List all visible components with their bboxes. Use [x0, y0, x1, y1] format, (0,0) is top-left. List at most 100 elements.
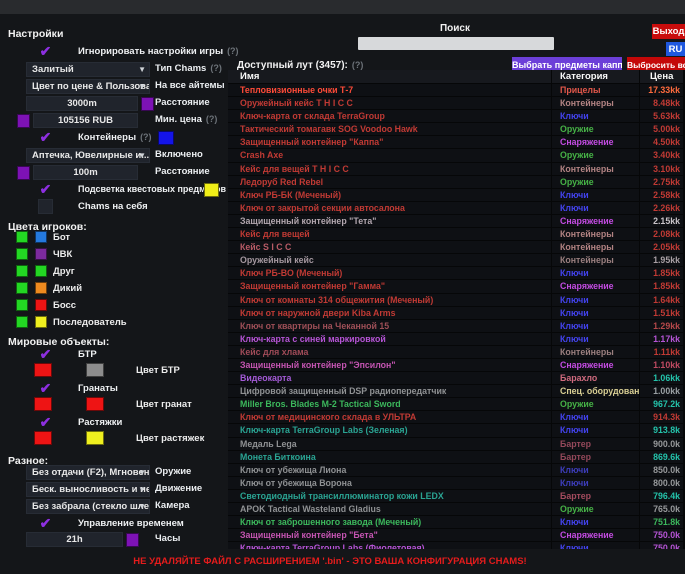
table-row[interactable]: Ключ-карта с синей маркировкойКлючи1.17k…: [228, 333, 685, 345]
column-header-name[interactable]: Имя: [228, 70, 552, 83]
table-row[interactable]: Ключ от закрытой секции автосалонаКлючи2…: [228, 202, 685, 214]
checkbox-check-icon[interactable]: ✔: [38, 130, 53, 145]
color-swatch[interactable]: [86, 363, 104, 377]
color-swatch[interactable]: [35, 231, 47, 243]
color-swatch[interactable]: [86, 397, 104, 411]
dropdown-camera[interactable]: Без забрала (стекло шлема)▼: [26, 499, 150, 514]
table-row[interactable]: Медаль LegaБартер900.0k: [228, 438, 685, 450]
table-row[interactable]: Ледоруб Red RebelОружие2.75kk: [228, 176, 685, 188]
item-price: 5.00kk: [640, 123, 684, 135]
color-swatch[interactable]: [86, 431, 104, 445]
item-category: Контейнеры: [552, 163, 640, 175]
chams-self-checkbox[interactable]: Chams на себя: [8, 199, 224, 215]
table-row[interactable]: Кейс для вещейКонтейнеры2.08kk: [228, 228, 685, 240]
item-price: 1.29kk: [640, 320, 684, 332]
color-swatch[interactable]: [16, 265, 28, 277]
checkbox-check-icon[interactable]: ✔: [38, 415, 53, 430]
dropdown-containers-filter[interactable]: Аптечка, Ювелирные и...▼: [26, 148, 150, 163]
table-row[interactable]: Ключ от комнаты 314 общежития (Меченый)К…: [228, 294, 685, 306]
time-control-checkbox[interactable]: ✔ Управление временем: [8, 516, 224, 532]
containers-distance-color-swatch[interactable]: [17, 166, 30, 180]
quest-highlight-checkbox[interactable]: ✔ Подсветка квестовых предметов: [8, 182, 224, 198]
min-price-input[interactable]: 105156 RUB: [33, 113, 138, 128]
language-button[interactable]: RU: [666, 42, 685, 56]
table-row[interactable]: Ключ РБ-БК (Меченый)Ключи2.58kk: [228, 189, 685, 201]
dropdown-chams-type[interactable]: Залитый▼: [26, 62, 150, 77]
table-row[interactable]: Оружейный кейс T H I C CКонтейнеры8.48kk: [228, 97, 685, 109]
column-header-price[interactable]: Цена: [640, 70, 684, 83]
table-row[interactable]: APOK Tactical Wasteland GladiusОружие765…: [228, 503, 685, 515]
color-swatch[interactable]: [35, 316, 47, 328]
min-price-color-swatch[interactable]: [17, 114, 30, 128]
table-row[interactable]: Монета БиткоинаБартер869.6k: [228, 451, 685, 463]
table-row[interactable]: Ключ-карта от склада TerraGroupКлючи5.63…: [228, 110, 685, 122]
table-row[interactable]: Светодиодный трансиллюминатор кожи LEDXБ…: [228, 490, 685, 502]
color-swatch[interactable]: [34, 431, 52, 445]
table-row[interactable]: Ключ-карта TerraGroup Labs (Зеленая)Ключ…: [228, 424, 685, 436]
table-row[interactable]: Защищенный контейнер "Каппа"Снаряжение4.…: [228, 136, 685, 148]
tripwires-checkbox[interactable]: ✔ Растяжки: [8, 415, 224, 431]
color-swatch[interactable]: [34, 397, 52, 411]
color-swatch[interactable]: [16, 282, 28, 294]
containers-checkbox[interactable]: ✔ Контейнеры(?): [8, 130, 224, 146]
dropdown-all-items[interactable]: Цвет по цене & Пользователь▼: [26, 79, 150, 94]
table-row[interactable]: Crash AxeОружие3.40kk: [228, 149, 685, 161]
item-name: Видеокарта: [228, 372, 552, 384]
quest-highlight-color-swatch[interactable]: [204, 183, 219, 197]
color-swatch[interactable]: [16, 299, 28, 311]
table-row[interactable]: Miller Bros. Blades M-2 Tactical SwordОр…: [228, 398, 685, 410]
table-row[interactable]: Ключ-карта TerraGroup Labs (Фиолетовая)К…: [228, 542, 685, 549]
checkbox-check-icon[interactable]: ✔: [38, 347, 53, 362]
btr-checkbox[interactable]: ✔ БТР: [8, 347, 224, 363]
distance-color-swatch[interactable]: [141, 97, 154, 111]
table-row[interactable]: Кейс для хламаКонтейнеры1.11kk: [228, 346, 685, 358]
table-row[interactable]: Ключ от медицинского склада в УЛЬТРАКлюч…: [228, 411, 685, 423]
checkbox-check-icon[interactable]: ✔: [38, 381, 53, 396]
table-row[interactable]: Защищенный контейнер "Эпсилон"Снаряжение…: [228, 359, 685, 371]
table-row[interactable]: Кейс для вещей T H I C CКонтейнеры3.10kk: [228, 163, 685, 175]
table-row[interactable]: Ключ РБ-ВО (Меченый)Ключи1.85kk: [228, 267, 685, 279]
checkbox-check-icon[interactable]: ✔: [38, 182, 53, 197]
table-row[interactable]: Защищенный контейнер "Бета"Снаряжение750…: [228, 529, 685, 541]
table-row[interactable]: Оружейный кейсКонтейнеры1.95kk: [228, 254, 685, 266]
item-name: Ключ от убежища Ворона: [228, 477, 552, 489]
color-swatch[interactable]: [35, 265, 47, 277]
color-swatch[interactable]: [16, 231, 28, 243]
color-swatch[interactable]: [16, 248, 28, 260]
all-items-dropdown: Цвет по цене & Пользователь▼ На все айте…: [8, 79, 224, 95]
table-row[interactable]: Ключ от убежища ВоронаКлючи800.0k: [228, 477, 685, 489]
color-swatch[interactable]: [35, 299, 47, 311]
table-row[interactable]: Ключ от наружной двери Kiba ArmsКлючи1.5…: [228, 307, 685, 319]
table-row[interactable]: Ключ от квартиры на Чеканной 15Ключи1.29…: [228, 320, 685, 332]
color-swatch[interactable]: [35, 248, 47, 260]
hours-input[interactable]: 21h: [26, 532, 123, 547]
checkbox-check-icon[interactable]: ✔: [38, 44, 53, 59]
checkbox-empty[interactable]: [38, 199, 53, 214]
color-swatch[interactable]: [35, 282, 47, 294]
table-row[interactable]: Цифровой защищенный DSP радиопередатчикС…: [228, 385, 685, 397]
column-header-category[interactable]: Категория: [552, 70, 640, 83]
exit-button[interactable]: Выход: [652, 24, 685, 39]
hours-color-swatch[interactable]: [126, 533, 139, 547]
table-row[interactable]: Защищенный контейнер "Тета"Снаряжение2.1…: [228, 215, 685, 227]
search-input[interactable]: [358, 37, 554, 50]
table-row[interactable]: Кейс S I C CКонтейнеры2.05kk: [228, 241, 685, 253]
checkbox-check-icon[interactable]: ✔: [38, 516, 53, 531]
dropdown-movement[interactable]: Беск. выносливость и нет уста▼: [26, 482, 150, 497]
grenades-checkbox[interactable]: ✔ Гранаты: [8, 381, 224, 397]
table-row[interactable]: Защищенный контейнер "Гамма"Снаряжение1.…: [228, 280, 685, 292]
table-row[interactable]: Ключ от убежища ЛионаКлючи850.0k: [228, 464, 685, 476]
color-swatch[interactable]: [34, 363, 52, 377]
table-row[interactable]: ВидеокартаБарахло1.06kk: [228, 372, 685, 384]
table-row[interactable]: Тактический томагавк SOG Voodoo HawkОруж…: [228, 123, 685, 135]
item-name: Ключ-карта TerraGroup Labs (Фиолетовая): [228, 542, 552, 549]
color-swatch[interactable]: [16, 316, 28, 328]
containers-distance-input[interactable]: 100m: [33, 165, 138, 180]
dropdown-weapon[interactable]: Без отдачи (F2), Мгновенное п▼: [26, 465, 150, 480]
containers-color-swatch[interactable]: [158, 131, 174, 145]
table-row[interactable]: Ключ от заброшенного завода (Меченый)Клю…: [228, 516, 685, 528]
item-price: 2.58kk: [640, 189, 684, 201]
table-row[interactable]: Тепловизионные очки Т-7Прицелы17.33kk: [228, 84, 685, 96]
ignore-game-settings-checkbox[interactable]: ✔ Игнорировать настройки игры(?): [8, 44, 224, 60]
distance-input[interactable]: 3000m: [26, 96, 138, 111]
